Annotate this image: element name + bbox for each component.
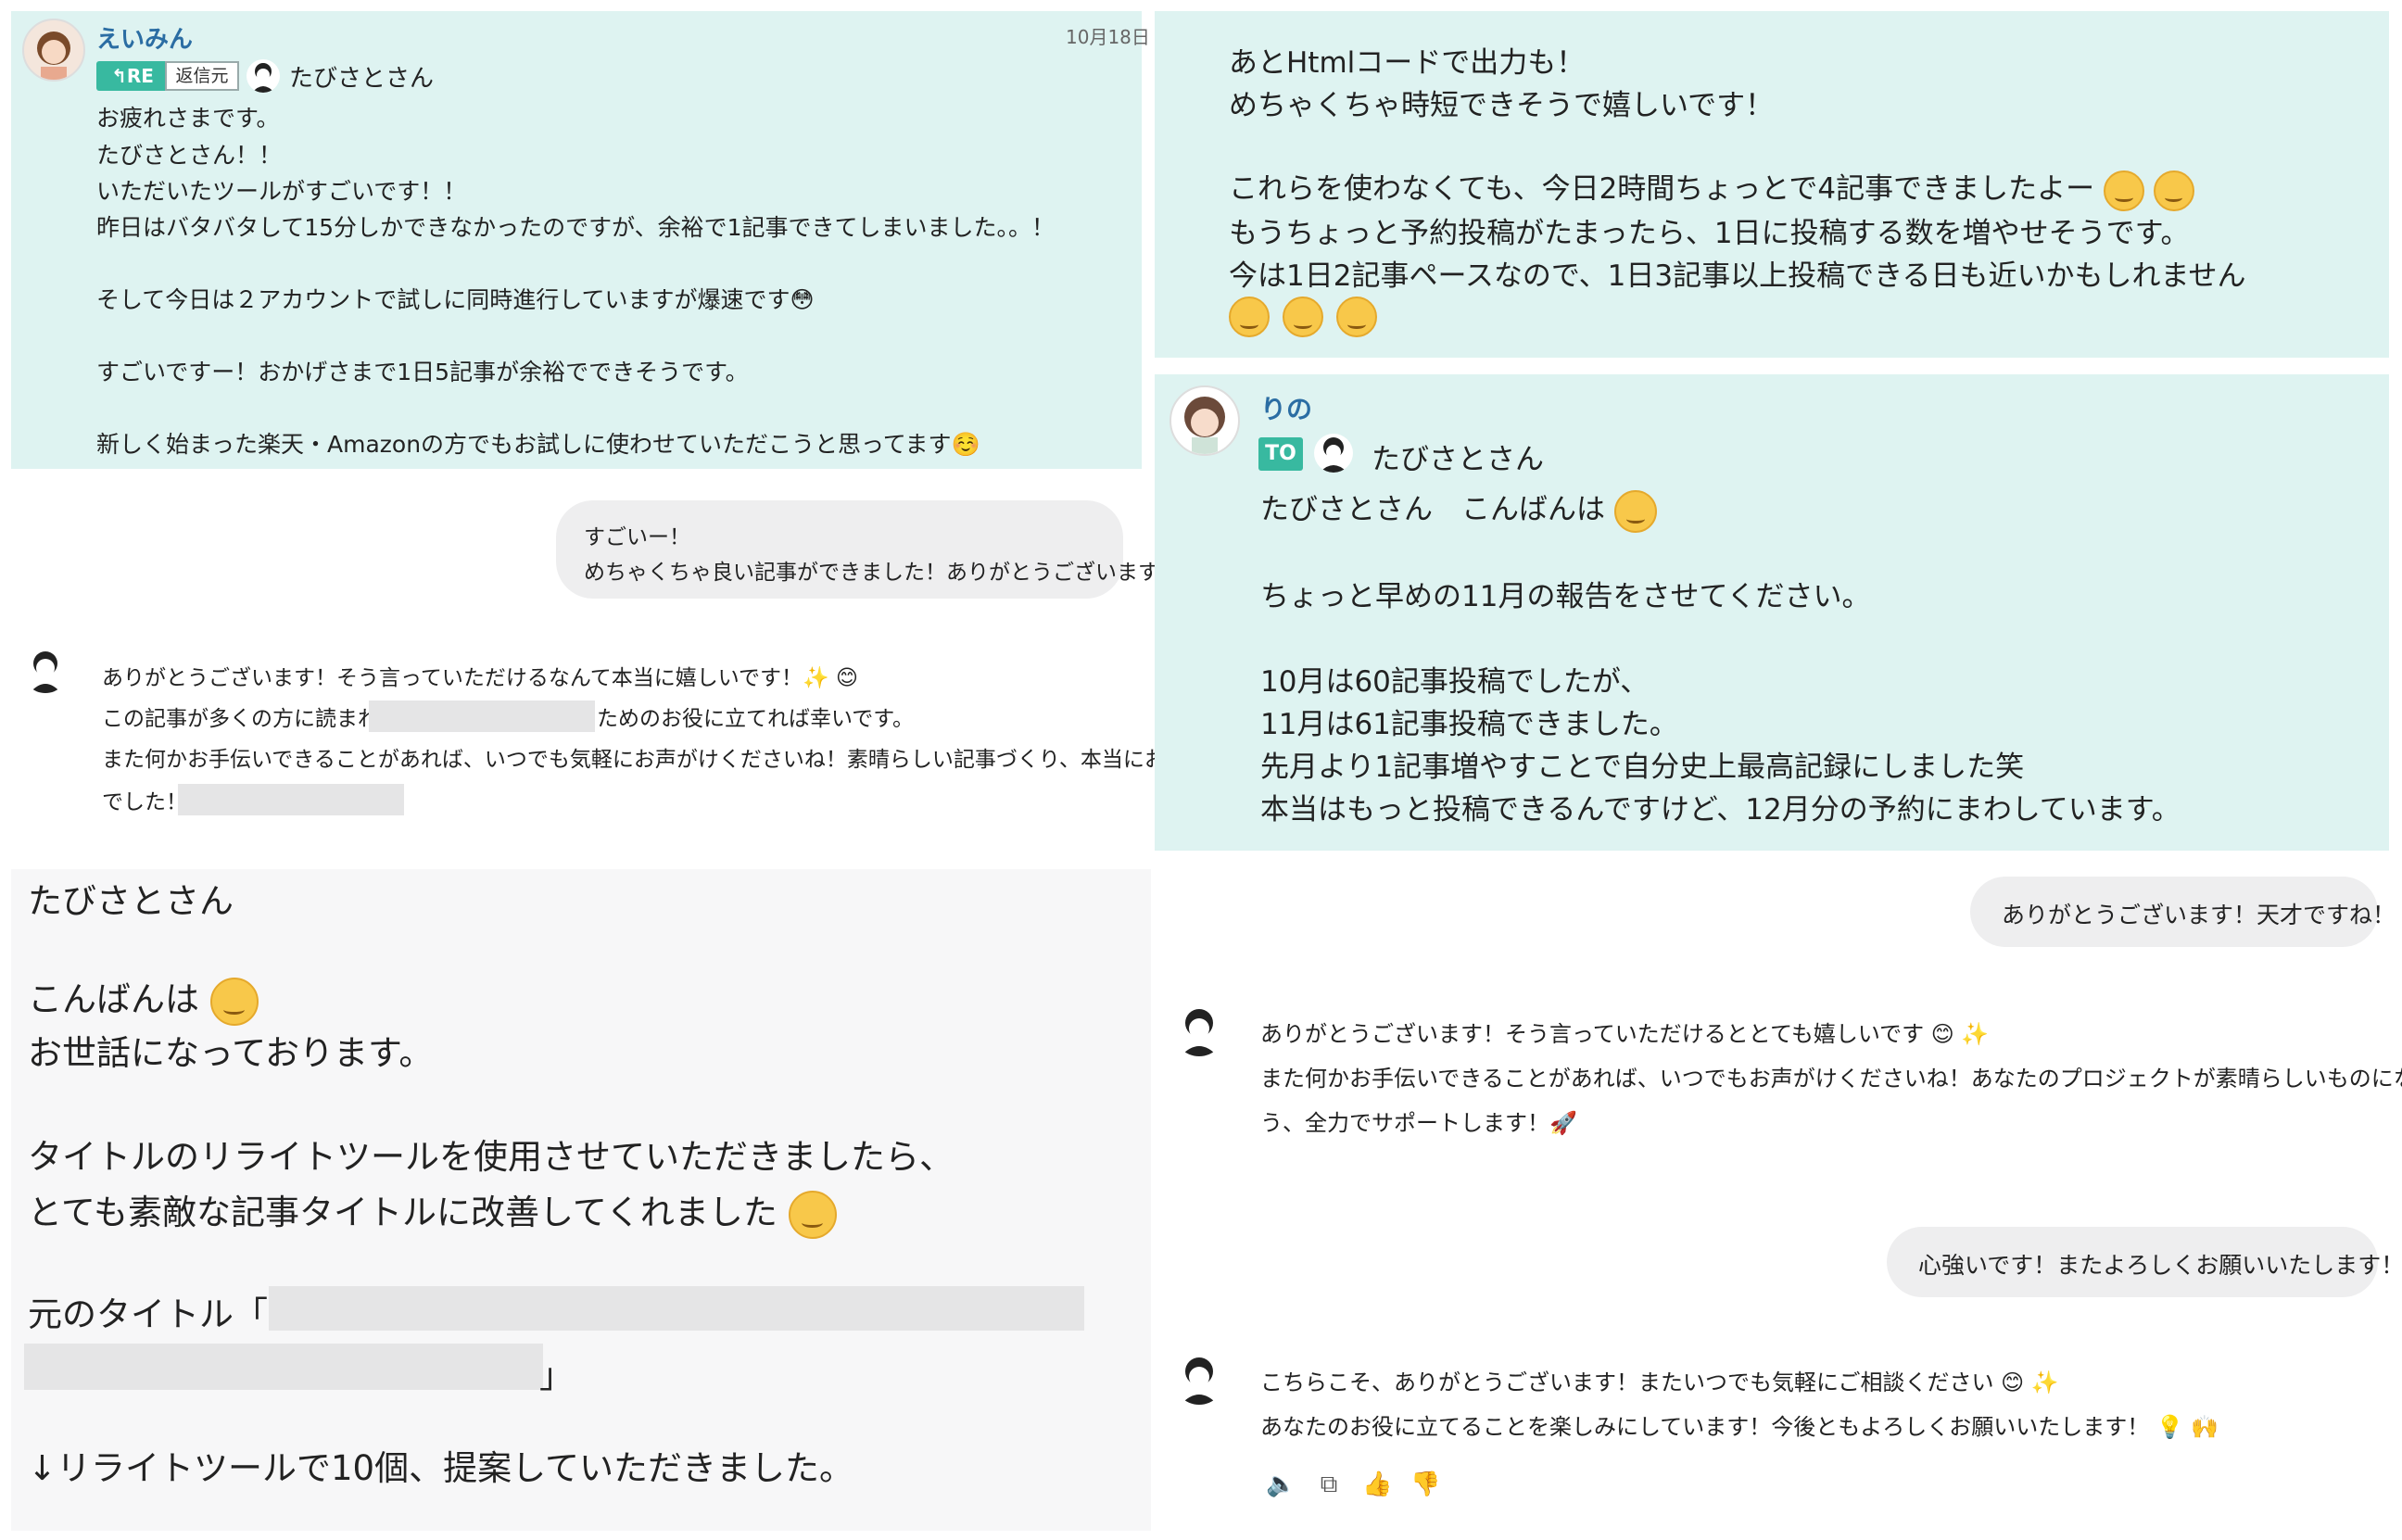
message-line: 今は1日2記事ペースなので、1日3記事以上投稿できる日も近いかもしれません	[1229, 259, 2246, 293]
message-panel-eimin: えいみん 10月18日 ↰RE 返信元 たびさとさん お疲れさまです。 たびさと…	[11, 11, 1150, 469]
avatar	[1169, 385, 1240, 456]
message-panel-rino: りの TO たびさとさん たびさとさん こんばんは ちょっと早めの11月の報告を…	[1155, 374, 2389, 851]
message-line: いただいたツールがすごいです！！	[96, 178, 467, 205]
sender-name: えいみん	[96, 26, 194, 54]
thumbs-up-icon[interactable]: 👍	[1362, 1470, 1392, 1499]
laugh-emoji-icon	[1283, 297, 1323, 337]
reply-to-avatar	[247, 59, 280, 93]
assistant-avatar	[1173, 1004, 1225, 1056]
redacted-block	[269, 1286, 1084, 1331]
message-line: あとHtmlコードで出力も！	[1229, 46, 1586, 80]
assistant-message-line: また何かお手伝いできることがあれば、いつでもお声がけくださいね！あなたのプロジェ…	[1260, 1066, 2402, 1092]
user-message-line: ありがとうございます！天才ですね！	[2002, 902, 2396, 928]
user-message-line: 心強いです！またよろしくお願いいたします！	[1918, 1252, 2402, 1279]
user-message-bubble: ありがとうございます！天才ですね！	[1970, 877, 2396, 947]
copy-icon[interactable]: ⧉	[1314, 1470, 1344, 1499]
message-line: たびさとさん！！	[96, 142, 283, 169]
message-panel-rewrite: たびさとさん こんばんは お世話になっております。 タイトルのリライトツールを使…	[11, 869, 1151, 1531]
laugh-emoji-icon	[1336, 297, 1377, 337]
message-line: 先月より1記事増やすことで自分史上最高記録にしました笑	[1260, 751, 2025, 784]
message-line: そして今日は２アカウントで試しに同時進行していますが爆速です😳	[96, 286, 815, 313]
avatar	[22, 19, 85, 82]
assistant-message-line: こちらこそ、ありがとうございます！またいつでも気軽にご相談ください 😊 ✨	[1260, 1370, 2059, 1395]
message-line: こんばんは	[28, 971, 259, 1026]
thumbs-down-icon[interactable]: 👎	[1410, 1470, 1440, 1499]
message-line: お世話になっております。	[28, 1033, 434, 1073]
assistant-message-line: う、全力でサポートします！🚀	[1260, 1110, 1577, 1136]
message-line: めちゃくちゃ時短できそうで嬉しいです！	[1229, 89, 1775, 122]
speaker-icon[interactable]: 🔈	[1266, 1470, 1296, 1499]
re-badge[interactable]: ↰RE	[96, 61, 169, 91]
message-line: 10月は60記事投稿でしたが、	[1260, 665, 1650, 699]
reply-to-name: たびさとさん	[289, 65, 435, 93]
message-line: すごいですー！おかげさまで1日5記事が余裕でできそうです。	[96, 359, 749, 385]
assistant-message-line: また何かお手伝いできることがあれば、いつでも気軽にお声がけくださいね！素晴らしい…	[102, 748, 1230, 772]
message-panel-html: あとHtmlコードで出力も！ めちゃくちゃ時短できそうで嬉しいです！ これらを使…	[1155, 11, 2389, 358]
assistant-message-line: ありがとうございます！そう言っていただけるなんて本当に嬉しいです！✨ 😊	[102, 666, 858, 690]
message-line: タイトルのリライトツールを使用させていただきましたら、	[28, 1137, 954, 1177]
user-message-line: すごいー！	[584, 525, 690, 549]
message-line: お疲れさまです。	[96, 105, 280, 132]
assistant-message-line: この記事が多くの方に読まれ、	[102, 707, 401, 731]
to-badge[interactable]: TO	[1258, 437, 1303, 471]
surprised-emoji-icon	[788, 1190, 837, 1239]
reply-arrow-icon: ↰	[111, 65, 127, 87]
message-line: 昨日はバタバタして15分しかできなかったのですが、余裕で1記事できてしまいました…	[96, 214, 1055, 241]
message-line: とても素敵な記事タイトルに改善してくれました	[28, 1184, 837, 1239]
chat-panel-left: すごいー！ めちゃくちゃ良い記事ができました！ありがとうございます！ ありがとう…	[11, 482, 1230, 852]
message-line: もうちょっと予約投稿がたまったら、1日に投稿する数を増やせそうです。	[1229, 217, 2190, 250]
smile-emoji-icon	[1613, 489, 1657, 533]
user-message-bubble: 心強いです！またよろしくお願いいたします！	[1887, 1227, 2402, 1297]
message-line: 本当はもっと投稿できるんですけど、12月分の予約にまわしています。	[1260, 793, 2181, 827]
assistant-message-line: でした！	[102, 790, 187, 814]
sender-name: りの	[1260, 394, 1313, 424]
laugh-emoji-icon	[2103, 170, 2144, 211]
to-name: たびさとさん	[1372, 443, 1544, 476]
message-line: 元のタイトル「	[28, 1294, 268, 1334]
message-line: たびさとさん	[28, 881, 234, 921]
message-line: ちょっと早めの11月の報告をさせてください。	[1260, 580, 1871, 613]
message-line: ↓リライトツールで10個、提案していただきました。	[28, 1448, 853, 1488]
message-line: 新しく始まった楽天・Amazonの方でもお試しに使わせていただこうと思ってます☺…	[96, 431, 980, 458]
redacted-block	[369, 701, 595, 732]
laugh-emoji-icon	[1229, 297, 1270, 337]
smile-emoji-icon	[209, 977, 259, 1026]
user-message-line: めちゃくちゃ良い記事ができました！ありがとうございます！	[584, 561, 1181, 585]
redacted-block	[24, 1344, 543, 1390]
assistant-message-line: ためのお役に立てれば幸いです。	[597, 707, 915, 731]
message-line: 11月は61記事投稿できました。	[1260, 708, 1678, 741]
assistant-message-line: あなたのお役に立てることを楽しみにしています！今後ともよろしくお願いいたします！…	[1260, 1414, 2219, 1440]
message-line: たびさとさん こんばんは	[1260, 486, 1657, 533]
chat-panel-right: ありがとうございます！天才ですね！ ありがとうございます！そう言っていただけると…	[1155, 862, 2402, 1531]
message-date: 10月18日	[1066, 26, 1150, 48]
message-line: 」	[539, 1356, 574, 1395]
assistant-message-line: ありがとうございます！そう言っていただけるととても嬉しいです 😊 ✨	[1260, 1021, 1990, 1047]
assistant-avatar	[1173, 1353, 1225, 1405]
reply-source-label[interactable]: 返信元	[165, 61, 239, 91]
user-message-bubble: すごいー！ めちゃくちゃ良い記事ができました！ありがとうございます！	[556, 500, 1181, 599]
message-line: これらを使わなくても、今日2時間ちょっとで4記事できましたよー	[1229, 165, 2194, 211]
laugh-emoji-icon	[2153, 170, 2194, 211]
redacted-block	[178, 784, 404, 815]
to-avatar	[1314, 434, 1353, 473]
assistant-avatar	[22, 647, 69, 693]
